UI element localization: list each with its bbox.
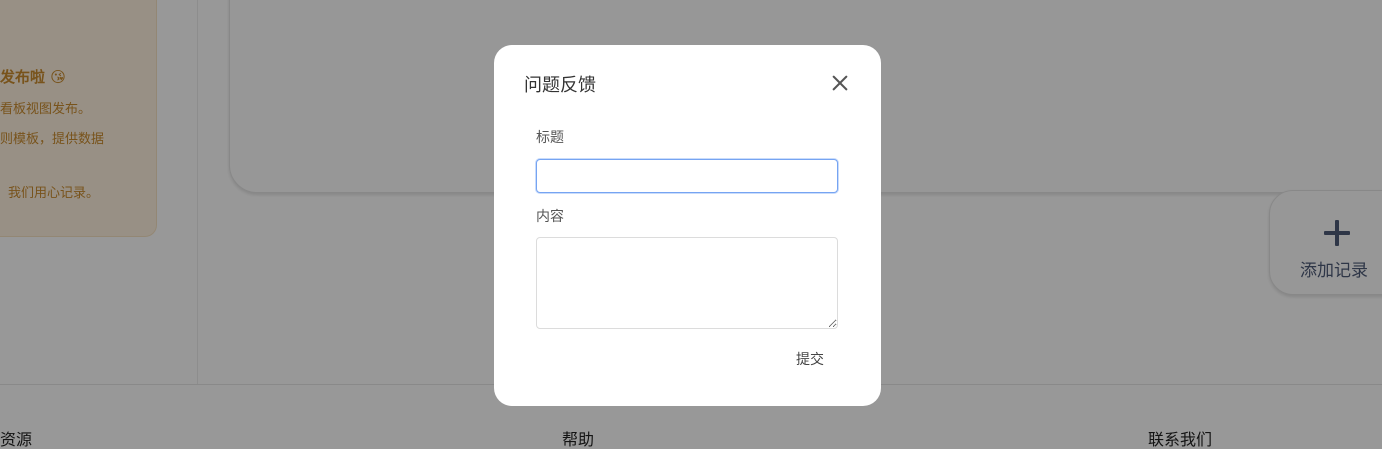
content-label: 内容	[536, 209, 564, 225]
close-icon[interactable]	[828, 71, 852, 95]
title-label: 标题	[536, 130, 564, 146]
feedback-modal: 问题反馈 标题 内容 提交	[494, 45, 881, 406]
title-input[interactable]	[536, 159, 838, 193]
modal-title: 问题反馈	[524, 75, 596, 96]
submit-button[interactable]: 提交	[786, 345, 834, 373]
content-textarea[interactable]	[536, 237, 838, 329]
